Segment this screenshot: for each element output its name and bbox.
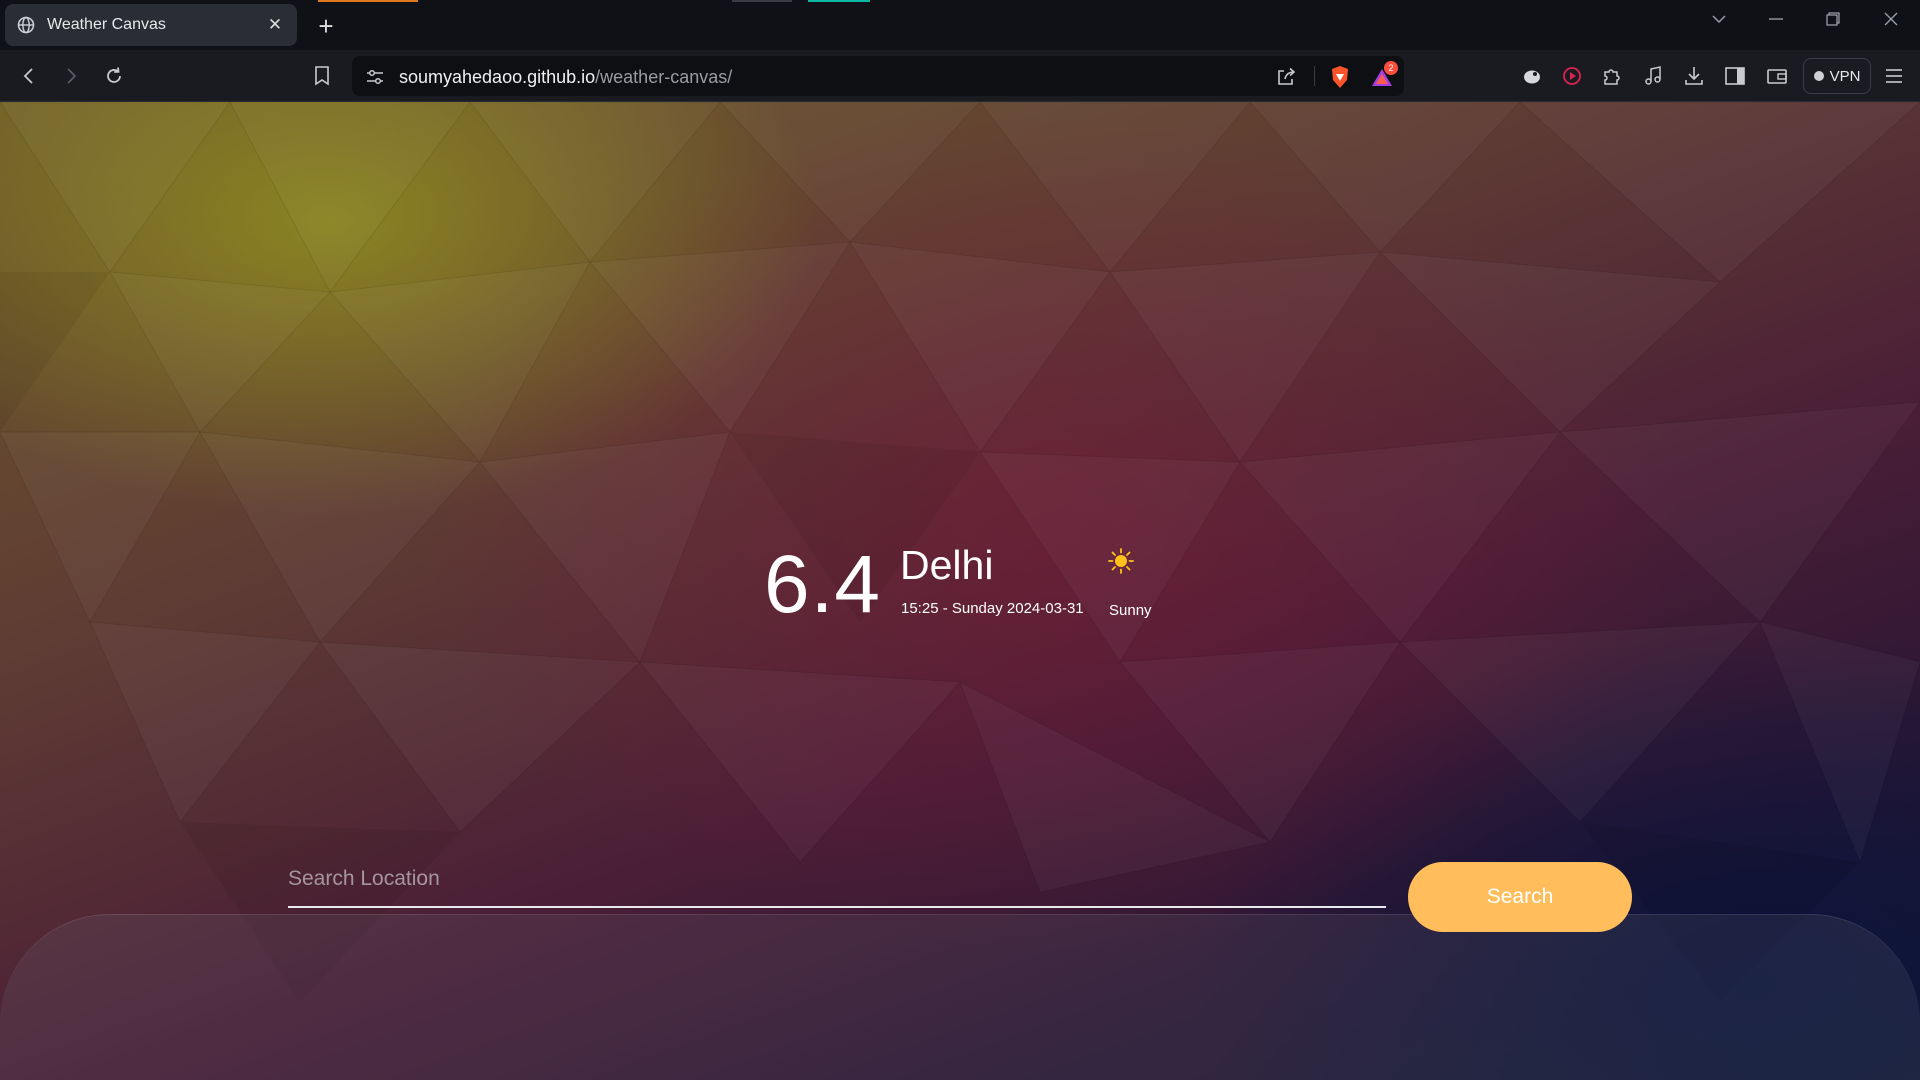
music-note-icon[interactable] xyxy=(1639,62,1667,90)
brave-rewards-icon[interactable]: 2 xyxy=(1369,61,1398,90)
share-icon[interactable] xyxy=(1273,64,1299,90)
search-button[interactable]: Search xyxy=(1408,862,1632,932)
site-settings-icon[interactable] xyxy=(362,64,388,90)
tab-accent-orange xyxy=(318,0,418,2)
reload-icon[interactable] xyxy=(100,62,128,90)
new-tab-plus-icon[interactable]: + xyxy=(312,12,340,40)
back-arrow-icon[interactable] xyxy=(15,62,43,90)
weather-page: 6.4 Delhi 15:25 - Sunday 2024-03-31 Sunn… xyxy=(0,102,1920,1080)
temperature-value: 6.4 xyxy=(764,539,881,630)
wallet-icon[interactable] xyxy=(1763,62,1791,90)
sidebar-toggle-icon[interactable] xyxy=(1721,62,1749,90)
omnibox-separator xyxy=(1314,66,1315,86)
vpn-label: VPN xyxy=(1829,67,1861,85)
extensions-puzzle-icon[interactable] xyxy=(1598,62,1626,90)
bookmark-icon[interactable] xyxy=(308,62,336,90)
city-name: Delhi xyxy=(900,542,994,588)
url-path: /weather-canvas/ xyxy=(595,67,733,87)
globe-icon xyxy=(17,16,35,34)
window-close-icon[interactable] xyxy=(1876,8,1906,30)
hamburger-menu-icon[interactable] xyxy=(1880,62,1908,90)
url-text: soumyahedaoo.github.io/weather-canvas/ xyxy=(399,67,732,88)
tab-accent-gray xyxy=(732,0,792,2)
download-icon[interactable] xyxy=(1680,62,1708,90)
restore-icon[interactable] xyxy=(1818,8,1848,30)
notification-badge: 2 xyxy=(1384,61,1398,75)
minimize-icon[interactable] xyxy=(1761,8,1791,30)
media-play-icon[interactable] xyxy=(1558,62,1586,90)
tab-strip: Weather Canvas ✕ + xyxy=(0,0,1920,50)
close-icon[interactable]: ✕ xyxy=(265,15,285,35)
vpn-status-icon xyxy=(1813,71,1824,81)
browser-toolbar: soumyahedaoo.github.io/weather-canvas/ 2… xyxy=(0,50,1920,102)
address-bar[interactable]: soumyahedaoo.github.io/weather-canvas/ 2 xyxy=(352,56,1404,96)
search-panel xyxy=(0,914,1920,1080)
browser-tab[interactable]: Weather Canvas ✕ xyxy=(5,4,297,46)
sun-icon xyxy=(1108,548,1134,574)
vpn-button[interactable]: VPN xyxy=(1803,58,1871,94)
forward-arrow-icon[interactable] xyxy=(57,62,85,90)
url-domain: soumyahedaoo.github.io xyxy=(399,67,596,87)
tab-search-chevron-icon[interactable] xyxy=(1704,8,1734,30)
condition-text: Sunny xyxy=(1109,602,1152,619)
date-time: 15:25 - Sunday 2024-03-31 xyxy=(901,600,1084,617)
tab-title: Weather Canvas xyxy=(47,16,166,33)
search-location-input[interactable] xyxy=(288,852,1386,908)
leo-ai-icon[interactable] xyxy=(1518,62,1546,90)
brave-shields-icon[interactable] xyxy=(1327,64,1353,90)
tab-accent-teal xyxy=(808,0,870,2)
